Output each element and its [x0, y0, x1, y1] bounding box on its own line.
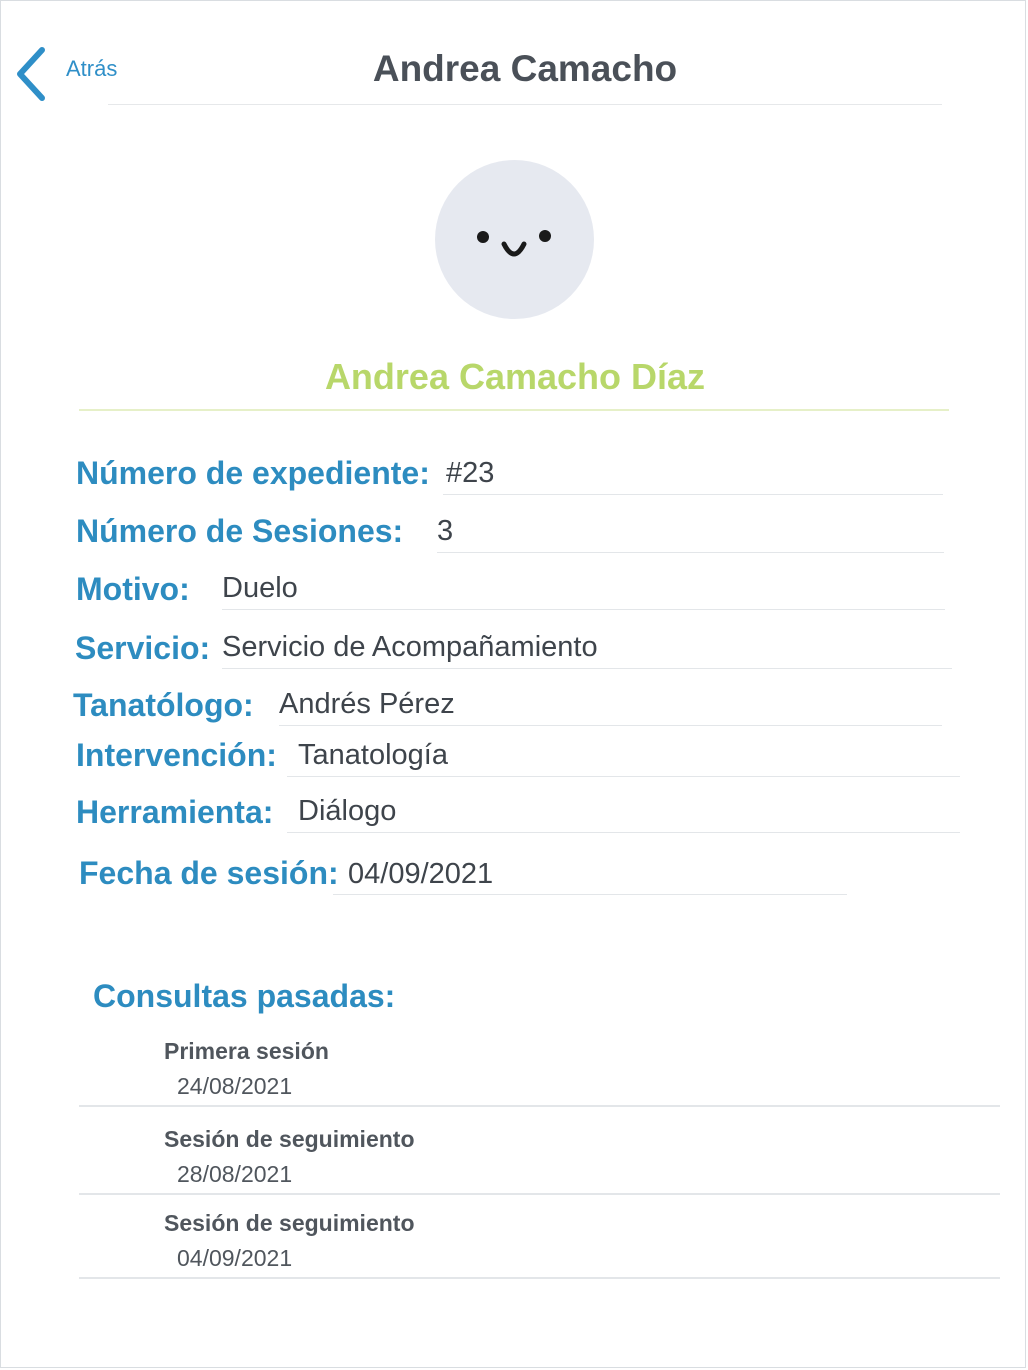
- consult-date: 28/08/2021: [177, 1161, 293, 1187]
- smiley-face-icon: [477, 230, 551, 257]
- servicio-underline: [222, 668, 952, 669]
- herramienta-underline: [287, 832, 960, 833]
- patient-full-name: Andrea Camacho Díaz: [324, 356, 706, 397]
- consult-divider: [79, 1277, 1000, 1279]
- intervencion-label: Intervención:: [76, 737, 277, 773]
- name-divider: [79, 409, 949, 411]
- servicio-value: Servicio de Acompañamiento: [222, 631, 598, 663]
- herramienta-label: Herramienta:: [76, 794, 274, 830]
- consult-divider: [79, 1105, 1000, 1107]
- consult-divider: [79, 1193, 1000, 1195]
- fecha-underline: [333, 894, 847, 895]
- tanatologo-value: Andrés Pérez: [279, 688, 455, 720]
- motivo-value: Duelo: [222, 572, 298, 604]
- motivo-underline: [222, 609, 945, 610]
- servicio-label: Servicio:: [75, 630, 211, 666]
- consult-date: 24/08/2021: [177, 1073, 293, 1099]
- tanatologo-underline: [279, 725, 942, 726]
- intervencion-underline: [287, 776, 960, 777]
- avatar: [435, 160, 594, 319]
- consult-title: Sesión de seguimiento: [164, 1210, 415, 1236]
- sesiones-underline: [437, 552, 944, 553]
- intervencion-value: Tanatología: [298, 739, 448, 771]
- herramienta-value: Diálogo: [298, 795, 397, 827]
- header-divider: [108, 104, 942, 105]
- sesiones-label: Número de Sesiones:: [76, 513, 404, 549]
- expediente-value: #23: [446, 457, 495, 489]
- consult-title: Primera sesión: [164, 1038, 329, 1064]
- sesiones-value: 3: [437, 515, 454, 547]
- past-consults-title: Consultas pasadas:: [93, 978, 396, 1014]
- fecha-value: 04/09/2021: [348, 858, 494, 890]
- tanatologo-label: Tanatólogo:: [73, 687, 254, 723]
- motivo-label: Motivo:: [76, 571, 190, 607]
- fecha-label: Fecha de sesión:: [79, 855, 339, 891]
- consult-date: 04/09/2021: [177, 1245, 293, 1271]
- consult-title: Sesión de seguimiento: [164, 1126, 415, 1152]
- page-title: Andrea Camacho: [372, 48, 678, 89]
- expediente-underline: [443, 494, 943, 495]
- expediente-label: Número de expediente:: [76, 455, 430, 491]
